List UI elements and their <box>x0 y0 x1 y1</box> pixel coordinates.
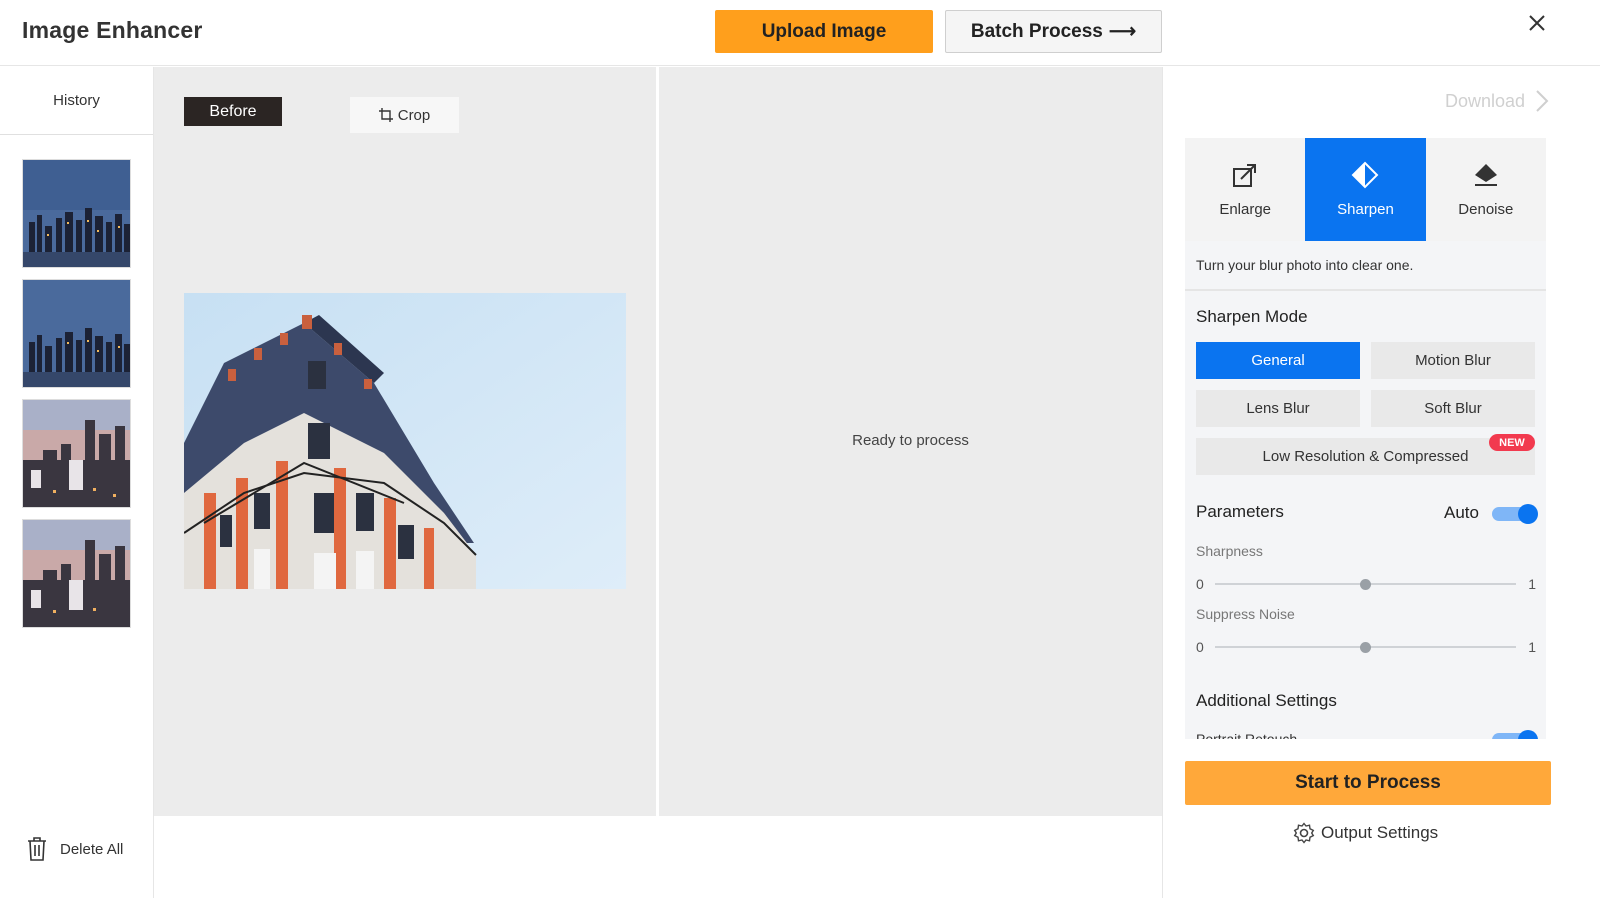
tool-tabs: Enlarge Sharpen Denoise <box>1185 138 1546 241</box>
gear-icon <box>1293 822 1315 844</box>
new-badge: NEW <box>1489 434 1535 451</box>
crop-button[interactable]: Crop <box>350 97 459 133</box>
preview-canvas: Before Crop Ready to process <box>154 67 1162 816</box>
tab-enlarge[interactable]: Enlarge <box>1185 138 1305 241</box>
tab-sharpen[interactable]: Sharpen <box>1305 138 1426 241</box>
batch-process-label: Batch Process <box>970 20 1103 42</box>
mode-general-button[interactable]: General <box>1196 342 1360 379</box>
upload-image-button[interactable]: Upload Image <box>715 10 933 53</box>
city-dusk-thumbnail <box>23 520 130 627</box>
additional-settings-title: Additional Settings <box>1196 691 1337 710</box>
tab-sharpen-label: Sharpen <box>1337 201 1394 218</box>
crop-icon <box>378 108 393 122</box>
tab-enlarge-label: Enlarge <box>1219 201 1272 218</box>
ready-status: Ready to process <box>852 432 969 449</box>
mode-lens-blur-button[interactable]: Lens Blur <box>1196 390 1360 427</box>
mode-motion-blur-button[interactable]: Motion Blur <box>1371 342 1535 379</box>
history-thumbnail[interactable] <box>22 159 131 268</box>
delete-all-label: Delete All <box>60 840 124 858</box>
enlarge-icon <box>1233 164 1257 187</box>
app-title: Image Enhancer <box>22 17 203 43</box>
close-button[interactable] <box>1524 10 1550 36</box>
slider-min: 0 <box>1196 576 1204 592</box>
trash-icon <box>28 837 46 861</box>
output-settings-label: Output Settings <box>1321 823 1439 842</box>
history-sidebar: History Delete All <box>0 67 154 898</box>
slider-max: 1 <box>1528 576 1536 592</box>
history-thumbnail[interactable] <box>22 399 131 508</box>
output-settings-button[interactable]: Output Settings <box>1293 822 1438 844</box>
history-thumbnail[interactable] <box>22 519 131 628</box>
settings-panel: Download Enlarge Sharpen Denoise Turn yo… <box>1162 67 1600 898</box>
canvas-footer <box>154 816 1162 898</box>
before-badge: Before <box>184 97 282 126</box>
parameters-title: Parameters <box>1196 502 1284 521</box>
close-icon <box>1529 15 1545 31</box>
mode-soft-blur-button[interactable]: Soft Blur <box>1371 390 1535 427</box>
slider-max: 1 <box>1528 639 1536 655</box>
divider <box>1185 289 1546 291</box>
batch-process-button[interactable]: Batch Process ⟶ <box>945 10 1162 53</box>
start-process-button[interactable]: Start to Process <box>1185 761 1551 805</box>
chevron-right-icon <box>1536 90 1549 112</box>
slider-min: 0 <box>1196 639 1204 655</box>
arrow-right-icon: ⟶ <box>1108 21 1137 42</box>
denoise-icon <box>1474 164 1497 186</box>
portrait-retouch-toggle[interactable] <box>1492 730 1538 739</box>
city-skyline-thumbnail <box>23 280 130 387</box>
download-label: Download <box>1445 90 1526 111</box>
city-dusk-thumbnail <box>23 400 130 507</box>
suppress-noise-slider[interactable]: 0 1 <box>1196 637 1536 657</box>
slider-thumb[interactable] <box>1360 579 1371 590</box>
crop-label: Crop <box>397 106 431 124</box>
sharpness-label: Sharpness <box>1196 543 1263 559</box>
app-header: Image Enhancer Upload Image Batch Proces… <box>0 0 1600 66</box>
slider-thumb[interactable] <box>1360 642 1371 653</box>
source-image <box>184 293 626 589</box>
toggle-knob <box>1518 504 1538 524</box>
download-button[interactable]: Download <box>1445 89 1549 113</box>
sharpen-mode-title: Sharpen Mode <box>1196 307 1308 326</box>
tool-tagline: Turn your blur photo into clear one. <box>1196 257 1414 273</box>
city-skyline-thumbnail <box>23 160 130 267</box>
suppress-noise-label: Suppress Noise <box>1196 606 1295 622</box>
auto-toggle[interactable] <box>1492 504 1538 524</box>
sharpness-slider[interactable]: 0 1 <box>1196 574 1536 594</box>
toggle-knob <box>1518 730 1538 739</box>
sharpen-settings: Turn your blur photo into clear one. Sha… <box>1185 241 1546 739</box>
auto-label: Auto <box>1444 503 1479 522</box>
tab-denoise-label: Denoise <box>1458 201 1514 218</box>
sharpen-icon <box>1352 161 1379 189</box>
portrait-retouch-label: Portrait Retouch <box>1196 731 1298 739</box>
tab-denoise[interactable]: Denoise <box>1426 138 1546 241</box>
history-thumbnail[interactable] <box>22 279 131 388</box>
mode-low-resolution-button[interactable]: Low Resolution & Compressed <box>1196 438 1535 475</box>
delete-all-button[interactable]: Delete All <box>26 837 123 861</box>
building-photo <box>184 293 626 589</box>
history-tab[interactable]: History <box>0 67 153 135</box>
